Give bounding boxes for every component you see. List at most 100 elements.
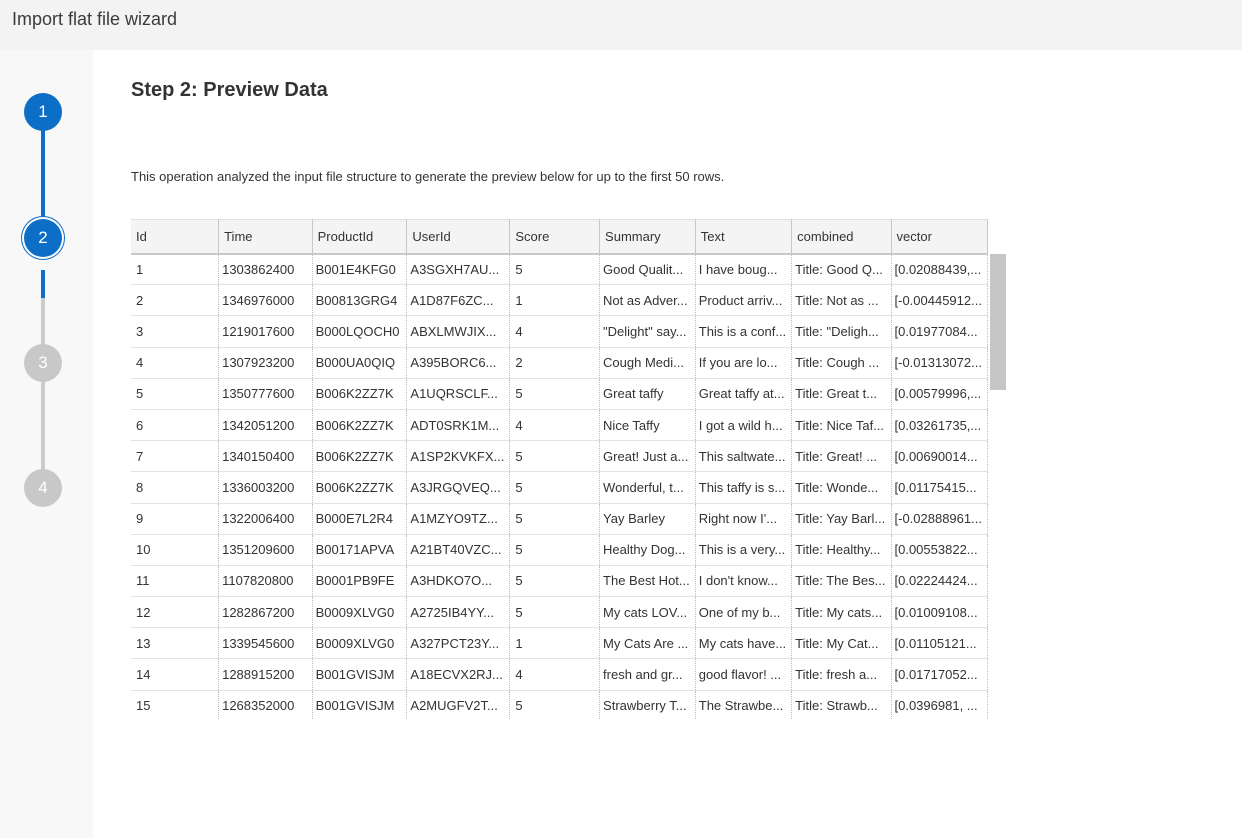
table-row[interactable]: 4 1307923200 B000UA0QIQ A395BORC6... 2 Cough … bbox=[131, 347, 988, 379]
cell-text: Product arriv... bbox=[695, 284, 793, 317]
cell-time: 1282867200 bbox=[218, 596, 313, 629]
cell-userid: A1D87F6ZC... bbox=[406, 284, 511, 317]
cell-score: 5 bbox=[509, 690, 601, 719]
cell-summary: My Cats Are ... bbox=[599, 627, 696, 660]
cell-text: Right now I'... bbox=[695, 503, 793, 535]
table-row[interactable]: 8 1336003200 B006K2ZZ7K A3JRGQVEQ... 5 Wonder… bbox=[131, 471, 988, 504]
cell-userid: A3HDKO7O... bbox=[406, 565, 511, 598]
cell-userid: A395BORC6... bbox=[406, 347, 511, 379]
table-row[interactable]: 9 1322006400 B000E7L2R4 A1MZYO9TZ... 5 Yay Ba… bbox=[131, 503, 988, 535]
table-row[interactable]: 6 1342051200 B006K2ZZ7K ADT0SRK1M... 4 Nice T… bbox=[131, 409, 988, 442]
cell-id: 1 bbox=[131, 253, 220, 286]
cell-productid: B0009XLVG0 bbox=[312, 596, 408, 629]
cell-combined: Title: fresh a... bbox=[791, 658, 892, 691]
cell-text: If you are lo... bbox=[695, 347, 793, 379]
cell-summary: Great! Just a... bbox=[599, 440, 696, 473]
cell-score: 5 bbox=[509, 253, 601, 286]
column-header-vector[interactable]: vector bbox=[891, 219, 988, 255]
cell-score: 5 bbox=[509, 596, 601, 629]
cell-text: This saltwate... bbox=[695, 440, 793, 473]
column-header-time[interactable]: Time bbox=[218, 219, 313, 255]
cell-combined: Title: Good Q... bbox=[791, 253, 892, 286]
cell-productid: B006K2ZZ7K bbox=[312, 440, 408, 473]
cell-id: 13 bbox=[131, 627, 220, 660]
cell-text: The Strawbe... bbox=[695, 690, 793, 719]
cell-productid: B000UA0QIQ bbox=[312, 347, 408, 379]
column-header-userid[interactable]: UserId bbox=[406, 219, 511, 255]
table-row[interactable]: 1 1303862400 B001E4KFG0 A3SGXH7AU... 5 Good Q… bbox=[131, 253, 988, 286]
column-header-summary[interactable]: Summary bbox=[599, 219, 696, 255]
cell-vector: [0.01175415... bbox=[891, 471, 988, 504]
cell-time: 1268352000 bbox=[218, 690, 313, 719]
table-row[interactable]: 5 1350777600 B006K2ZZ7K A1UQRSCLF... 5 Great … bbox=[131, 378, 988, 410]
cell-userid: ADT0SRK1M... bbox=[406, 409, 511, 442]
cell-productid: B001GVISJM bbox=[312, 690, 408, 719]
cell-text: I have boug... bbox=[695, 253, 793, 286]
cell-productid: B001GVISJM bbox=[312, 658, 408, 691]
step-1-indicator[interactable]: 1 bbox=[24, 93, 62, 131]
cell-summary: "Delight" say... bbox=[599, 315, 696, 348]
cell-time: 1322006400 bbox=[218, 503, 313, 535]
wizard-stepper: 1 2 3 4 bbox=[0, 50, 93, 838]
cell-time: 1107820800 bbox=[218, 565, 313, 598]
table-row[interactable]: 12 1282867200 B0009XLVG0 A2725IB4YY... 5 My c… bbox=[131, 596, 988, 629]
cell-userid: A327PCT23Y... bbox=[406, 627, 511, 660]
cell-userid: A1SP2KVKFX... bbox=[406, 440, 511, 473]
table-row[interactable]: 7 1340150400 B006K2ZZ7K A1SP2KVKFX... 5 Great… bbox=[131, 440, 988, 473]
cell-combined: Title: My Cat... bbox=[791, 627, 892, 660]
cell-id: 15 bbox=[131, 690, 220, 719]
table-row[interactable]: 3 1219017600 B000LQOCH0 ABXLMWJIX... 4 "Delig… bbox=[131, 315, 988, 348]
stepper-track-pending bbox=[41, 298, 45, 483]
preview-grid[interactable]: Id Time ProductId UserId Score Summary Text com… bbox=[131, 219, 988, 719]
cell-summary: Not as Adver... bbox=[599, 284, 696, 317]
cell-score: 2 bbox=[509, 347, 601, 379]
cell-productid: B000E7L2R4 bbox=[312, 503, 408, 535]
cell-time: 1303862400 bbox=[218, 253, 313, 286]
cell-summary: Nice Taffy bbox=[599, 409, 696, 442]
cell-vector: [0.01717052... bbox=[891, 658, 988, 691]
cell-combined: Title: "Deligh... bbox=[791, 315, 892, 348]
cell-id: 6 bbox=[131, 409, 220, 442]
step-3-indicator: 3 bbox=[24, 344, 62, 382]
cell-combined: Title: The Bes... bbox=[791, 565, 892, 598]
cell-score: 4 bbox=[509, 658, 601, 691]
cell-productid: B006K2ZZ7K bbox=[312, 409, 408, 442]
table-row[interactable]: 15 1268352000 B001GVISJM A2MUGFV2T... 5 Straw… bbox=[131, 690, 988, 719]
table-row[interactable]: 2 1346976000 B00813GRG4 A1D87F6ZC... 1 Not as… bbox=[131, 284, 988, 317]
cell-summary: Good Qualit... bbox=[599, 253, 696, 286]
column-header-combined[interactable]: combined bbox=[791, 219, 892, 255]
cell-vector: [0.03261735,... bbox=[891, 409, 988, 442]
cell-userid: ABXLMWJIX... bbox=[406, 315, 511, 348]
cell-vector: [0.01977084... bbox=[891, 315, 988, 348]
cell-vector: [-0.01313072... bbox=[891, 347, 988, 379]
cell-userid: A1MZYO9TZ... bbox=[406, 503, 511, 535]
cell-id: 12 bbox=[131, 596, 220, 629]
cell-score: 1 bbox=[509, 627, 601, 660]
cell-vector: [0.00690014... bbox=[891, 440, 988, 473]
table-row[interactable]: 10 1351209600 B00171APVA A21BT40VZC... 5 Heal… bbox=[131, 534, 988, 566]
column-header-id[interactable]: Id bbox=[131, 219, 220, 255]
cell-userid: A3SGXH7AU... bbox=[406, 253, 511, 286]
cell-score: 5 bbox=[509, 565, 601, 598]
cell-time: 1351209600 bbox=[218, 534, 313, 566]
step-2-indicator[interactable]: 2 bbox=[24, 219, 62, 257]
cell-text: This is a conf... bbox=[695, 315, 793, 348]
cell-summary: The Best Hot... bbox=[599, 565, 696, 598]
table-row[interactable]: 11 1107820800 B0001PB9FE A3HDKO7O... 5 The Be… bbox=[131, 565, 988, 598]
cell-productid: B0009XLVG0 bbox=[312, 627, 408, 660]
cell-combined: Title: Wonde... bbox=[791, 471, 892, 504]
column-header-score[interactable]: Score bbox=[509, 219, 601, 255]
column-header-text[interactable]: Text bbox=[695, 219, 793, 255]
column-header-productid[interactable]: ProductId bbox=[312, 219, 408, 255]
cell-id: 10 bbox=[131, 534, 220, 566]
cell-productid: B00813GRG4 bbox=[312, 284, 408, 317]
cell-productid: B000LQOCH0 bbox=[312, 315, 408, 348]
cell-combined: Title: Healthy... bbox=[791, 534, 892, 566]
table-row[interactable]: 14 1288915200 B001GVISJM A18ECVX2RJ... 4 fres… bbox=[131, 658, 988, 691]
cell-productid: B006K2ZZ7K bbox=[312, 471, 408, 504]
grid-vertical-scrollbar[interactable] bbox=[990, 254, 1006, 390]
cell-combined: Title: Yay Barl... bbox=[791, 503, 892, 535]
cell-vector: [-0.00445912... bbox=[891, 284, 988, 317]
cell-text: Great taffy at... bbox=[695, 378, 793, 410]
table-row[interactable]: 13 1339545600 B0009XLVG0 A327PCT23Y... 1 My C… bbox=[131, 627, 988, 660]
